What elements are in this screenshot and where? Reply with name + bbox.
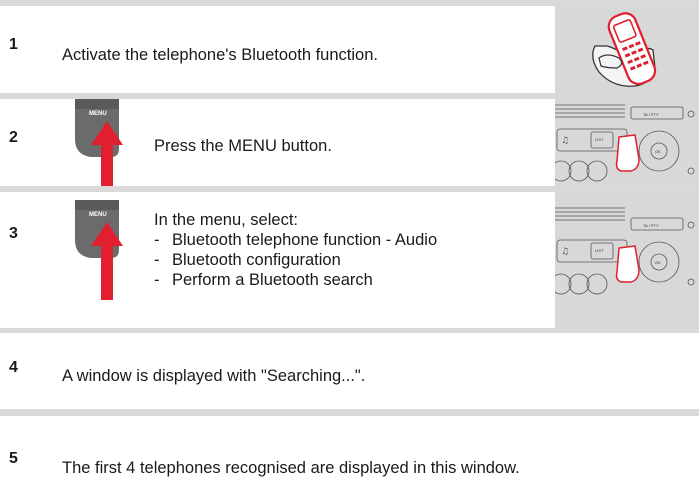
separator-bar [0,409,699,416]
step-number: 4 [9,359,18,376]
step-5: 5 The first 4 telephones recognised are … [0,416,699,494]
list-label: LIST [595,137,604,142]
step-text: A window is displayed with "Searching...… [62,367,366,385]
step-intro: In the menu, select: [154,211,298,229]
step-2: 2 MENU Press the MENU button. TA / PTY L… [0,99,699,186]
menu-button-label: MENU [89,111,107,117]
phone-in-hand-icon [592,12,657,87]
step-4: 4 A window is displayed with "Searching.… [0,333,699,409]
radio-faceplate-icon: TA / PTY LIST OK ♫ [555,192,699,328]
ok-label: OK [655,260,661,265]
step-3: 3 MENU In the menu, select: Bluetooth te… [0,192,699,328]
list-item: Bluetooth telephone function - Audio [154,230,437,250]
step-1: 1 Activate the telephone's Bluetooth fun… [0,6,699,93]
menu-button-press-icon: MENU [75,99,123,186]
svg-text:♫: ♫ [561,136,569,146]
list-label: LIST [595,248,604,253]
svg-text:♫: ♫ [561,247,569,257]
phone-hand-illustration [555,6,699,93]
step-text: The first 4 telephones recognised are di… [62,459,520,477]
menu-button-press-icon: MENU [75,200,123,300]
step-number: 1 [9,36,18,53]
ok-label: OK [655,149,661,154]
step-text: In the menu, select: Bluetooth telephone… [154,210,437,290]
step-number: 2 [9,129,18,146]
radio-panel-illustration: TA / PTY LIST OK ♫ [555,192,699,328]
ta-pty-label: TA / PTY [643,112,659,117]
radio-faceplate-icon: TA / PTY LIST OK ♫ [555,99,699,186]
step-number: 3 [9,225,18,242]
list-item: Perform a Bluetooth search [154,270,437,290]
ta-pty-label: TA / PTY [643,223,659,228]
step-text: Press the MENU button. [154,137,332,155]
menu-button-label: MENU [89,212,107,218]
radio-panel-illustration: TA / PTY LIST OK ♫ [555,99,699,186]
step-text: Activate the telephone's Bluetooth funct… [62,46,378,64]
step-number: 5 [9,450,18,467]
menu-selection-list: Bluetooth telephone function - Audio Blu… [154,230,437,290]
instruction-page: 1 Activate the telephone's Bluetooth fun… [0,0,699,494]
list-item: Bluetooth configuration [154,250,437,270]
